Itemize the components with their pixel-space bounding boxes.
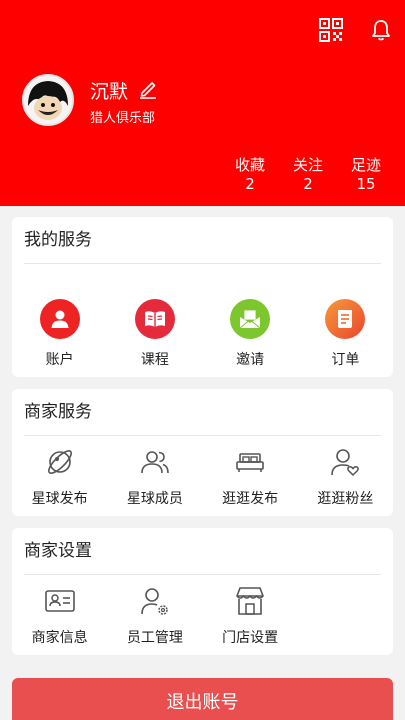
service-label: 逛逛粉丝: [317, 491, 374, 507]
stat-favorites[interactable]: 收藏 2: [221, 156, 279, 194]
profile-header: 沉默 猎人俱乐部 收藏 2 关注 2 足迹 15: [0, 0, 405, 206]
user-icon: [39, 299, 80, 339]
club-name: 猎人俱乐部: [90, 111, 156, 126]
service-label: 星球发布: [31, 491, 88, 507]
qr-code-icon[interactable]: [319, 18, 343, 42]
service-course[interactable]: 课程: [107, 299, 202, 369]
merchant-planet-members[interactable]: 星球成员: [107, 446, 202, 508]
divider: [24, 574, 381, 575]
bell-icon[interactable]: [369, 18, 393, 42]
divider: [24, 435, 381, 436]
service-label: 逛逛发布: [222, 491, 279, 507]
service-label: 邀请: [236, 352, 265, 368]
members-icon: [141, 451, 169, 474]
avatar[interactable]: [22, 74, 74, 126]
service-label: 课程: [140, 352, 169, 368]
service-label: 星球成员: [126, 491, 183, 507]
order-icon: [325, 299, 366, 339]
fan-icon: [331, 449, 360, 477]
service-label: 商家信息: [31, 630, 88, 646]
id-card-icon: [44, 590, 75, 612]
merchant-planet-publish[interactable]: 星球发布: [12, 446, 107, 508]
section-title: 我的服务: [24, 230, 92, 250]
service-label: 门店设置: [222, 630, 279, 646]
user-name: 沉默: [90, 81, 129, 103]
stat-footprints[interactable]: 足迹 15: [337, 156, 395, 194]
merchant-browse-fans[interactable]: 逛逛粉丝: [298, 446, 393, 508]
service-label: 订单: [331, 352, 360, 368]
section-title: 商家设置: [24, 541, 92, 561]
logout-button[interactable]: 退出账号: [12, 678, 393, 720]
service-label: 员工管理: [126, 630, 183, 646]
section-title: 商家服务: [24, 402, 92, 422]
planet-icon: [47, 450, 72, 474]
merchant-browse-publish[interactable]: 逛逛发布: [203, 446, 298, 508]
envelope-icon: [230, 299, 271, 339]
service-label: 账户: [45, 352, 74, 368]
staff-management[interactable]: 员工管理: [107, 585, 202, 647]
merchant-info[interactable]: 商家信息: [12, 585, 107, 647]
edit-pencil-icon[interactable]: [138, 79, 158, 103]
merchant-settings-card: 商家设置 商家信息 员工管理 门店设置: [12, 528, 393, 655]
service-invite[interactable]: 邀请: [203, 299, 298, 369]
stats-row: 收藏 2 关注 2 足迹 15: [221, 156, 395, 194]
service-order[interactable]: 订单: [298, 299, 393, 369]
bed-icon: [236, 453, 264, 472]
merchant-services-card: 商家服务 星球发布 星球成员 逛逛发布 逛逛粉丝: [12, 389, 393, 516]
store-icon: [236, 587, 264, 615]
stat-following[interactable]: 关注 2: [279, 156, 337, 194]
staff-settings-icon: [141, 588, 168, 615]
service-account[interactable]: 账户: [12, 299, 107, 369]
my-services-card: 我的服务 账户 课程 邀请 订单: [12, 217, 393, 377]
store-settings[interactable]: 门店设置: [203, 585, 298, 647]
divider: [24, 263, 381, 264]
book-icon: [134, 299, 175, 339]
